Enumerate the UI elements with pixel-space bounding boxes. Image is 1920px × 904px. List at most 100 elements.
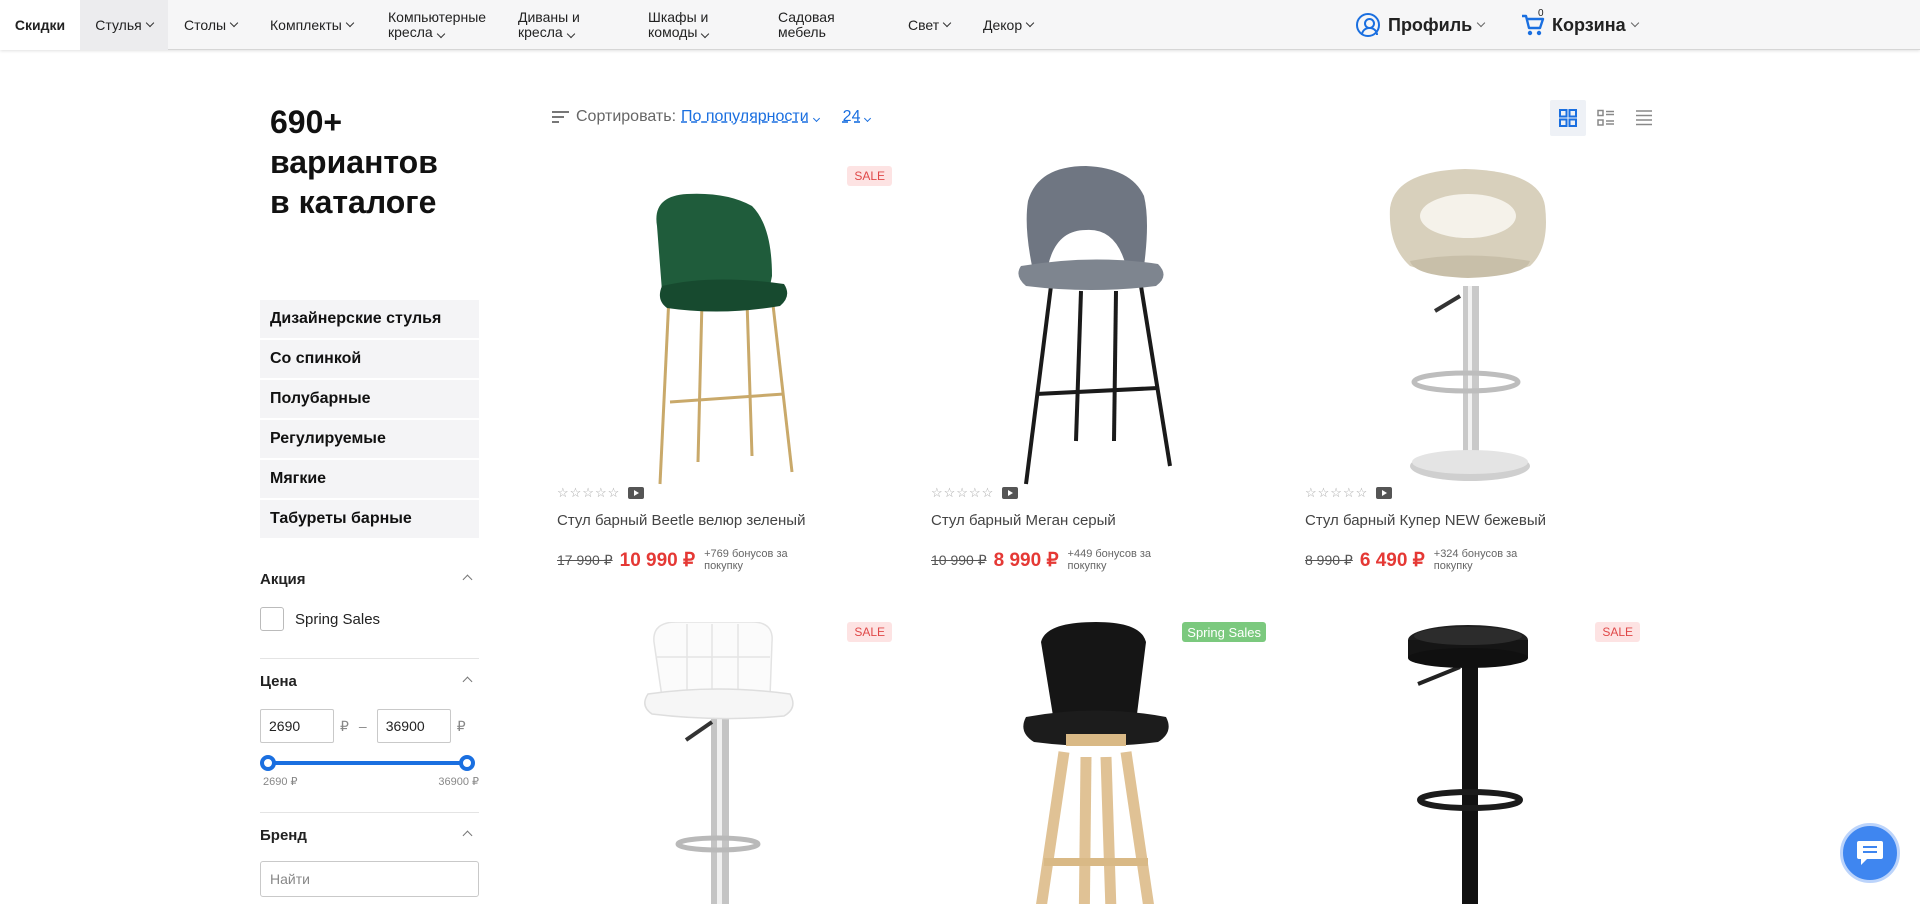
user-icon: [1356, 13, 1380, 37]
chevron-down-icon: [436, 29, 445, 39]
sort-value: По популярности: [681, 108, 809, 125]
product-image[interactable]: [1300, 166, 1640, 486]
product-card[interactable]: SALE: [1300, 622, 1640, 904]
slider-thumb-max[interactable]: [459, 755, 475, 771]
chevron-down-icon: [1630, 18, 1639, 28]
product-image[interactable]: SALE: [552, 166, 892, 486]
cart-icon: 0: [1520, 8, 1546, 38]
checkbox[interactable]: [260, 607, 284, 631]
current-price: 10 990 ₽: [619, 549, 696, 571]
top-navigation: Скидки Стулья Столы Комплекты Компьютерн…: [0, 0, 1920, 50]
list-grid-view-icon: [1597, 109, 1614, 126]
nav-item-lighting[interactable]: Свет: [908, 0, 952, 50]
price-max-input[interactable]: [376, 709, 451, 743]
video-icon[interactable]: [1002, 487, 1019, 499]
brand-filter: Бренд: [260, 827, 479, 897]
price-min-label: 2690 ₽: [263, 776, 298, 788]
nav-item-sofas[interactable]: Диваны и кресла: [518, 0, 598, 50]
bar-chair-green-image: [656, 193, 794, 485]
price-line: 10 990 ₽ 8 990 ₽ +449 бонусов за покупку: [931, 548, 1266, 572]
product-name[interactable]: Стул барный Купер NEW бежевый: [1305, 512, 1640, 529]
currency-label: ₽: [456, 717, 466, 734]
video-icon[interactable]: [1376, 487, 1393, 499]
profile-button[interactable]: Профиль: [1356, 0, 1486, 50]
nav-item-chairs[interactable]: Стулья: [80, 0, 168, 50]
price-range-slider[interactable]: [260, 753, 479, 773]
video-icon[interactable]: [628, 487, 645, 499]
product-image[interactable]: SALE: [1300, 622, 1640, 904]
product-image[interactable]: [926, 166, 1266, 486]
product-image[interactable]: SALE: [552, 621, 892, 904]
category-item[interactable]: Дизайнерские стулья: [260, 300, 479, 338]
category-item[interactable]: Со спинкой: [260, 340, 479, 378]
category-list: Дизайнерские стулья Со спинкой Полубарны…: [260, 300, 479, 540]
price-range-labels: 2690 ₽ 36900 ₽: [260, 775, 479, 788]
divider: [260, 658, 479, 659]
chat-button[interactable]: [1840, 823, 1900, 883]
divider: [260, 812, 479, 813]
cart-button[interactable]: 0 Корзина: [1520, 0, 1639, 50]
nav-item-tables[interactable]: Столы: [184, 0, 239, 50]
bonus-text: +769 бонусов за покупку: [704, 548, 788, 572]
category-item[interactable]: Полубарные: [260, 380, 479, 418]
chevron-up-icon: [462, 574, 473, 585]
nav-item-sets[interactable]: Комплекты: [270, 0, 355, 50]
nav-item-decor[interactable]: Декор: [983, 0, 1035, 50]
price-min-input[interactable]: [260, 709, 334, 743]
nav-item-computer-chairs[interactable]: Компьютерные кресла: [388, 0, 498, 50]
chevron-down-icon: [1477, 18, 1486, 28]
sort-select[interactable]: По популярности: [681, 108, 820, 126]
brand-search-input[interactable]: [260, 861, 479, 897]
bar-chair-black-wood-image: [1023, 622, 1169, 904]
catalog-count-number: 690+: [270, 104, 343, 140]
category-item[interactable]: Мягкие: [260, 460, 479, 498]
sort-icon: [552, 111, 569, 123]
sale-badge: SALE: [847, 622, 892, 642]
price-line: 8 990 ₽ 6 490 ₽ +324 бонусов за покупку: [1305, 548, 1640, 572]
sort-label: Сортировать:: [576, 108, 677, 125]
per-page-value: 24: [842, 108, 861, 125]
product-card[interactable]: ☆☆☆☆☆ Стул барный Купер NEW бежевый 8 99…: [1300, 166, 1640, 572]
product-name[interactable]: Стул барный Меган серый: [931, 512, 1266, 529]
category-item[interactable]: Табуреты барные: [260, 500, 479, 538]
price-filter: Цена ₽ – ₽ 2690 ₽ 36900 ₽: [260, 673, 479, 788]
product-image[interactable]: Spring Sales: [926, 622, 1266, 904]
catalog-count-title: 690+ вариантов в каталоге: [270, 102, 438, 222]
nav-item-discounts[interactable]: Скидки: [0, 0, 80, 50]
price-filter-header[interactable]: Цена: [260, 673, 479, 693]
product-card[interactable]: ☆☆☆☆☆ Стул барный Меган серый 10 990 ₽ 8…: [926, 166, 1266, 572]
spring-sales-badge: Spring Sales: [1182, 622, 1266, 642]
bonus-text: +324 бонусов за покупку: [1433, 548, 1518, 572]
product-name[interactable]: Стул барный Beetle велюр зеленый: [557, 512, 892, 529]
nav-item-label: Декор: [983, 17, 1023, 33]
slider-thumb-min[interactable]: [260, 755, 276, 771]
promo-filter-header[interactable]: Акция: [260, 571, 479, 591]
catalog-count-line: в каталоге: [270, 184, 437, 220]
promo-option-spring-sales[interactable]: Spring Sales: [260, 607, 479, 631]
brand-filter-title: Бренд: [260, 827, 307, 844]
rating-row: ☆☆☆☆☆: [1305, 485, 1640, 500]
promo-option-label: Spring Sales: [295, 610, 381, 628]
rating-row: ☆☆☆☆☆: [931, 485, 1266, 500]
brand-filter-header[interactable]: Бренд: [260, 827, 479, 847]
per-page-select[interactable]: 24: [842, 108, 872, 126]
slider-track: [270, 761, 465, 765]
price-max-label: 36900 ₽: [438, 776, 479, 788]
chevron-up-icon: [462, 676, 473, 687]
profile-label: Профиль: [1388, 14, 1473, 35]
nav-item-garden-furniture[interactable]: Садовая мебель: [778, 0, 848, 50]
category-item[interactable]: Регулируемые: [260, 420, 479, 458]
tile-list-view-button[interactable]: [1588, 100, 1624, 136]
product-card[interactable]: SALE: [552, 621, 892, 904]
sale-badge: SALE: [847, 166, 892, 186]
list-view-button[interactable]: [1626, 100, 1662, 136]
chevron-down-icon: [145, 18, 154, 28]
grid-view-button[interactable]: [1550, 100, 1586, 136]
chevron-down-icon: [701, 29, 710, 39]
product-card[interactable]: Spring Sales: [926, 622, 1266, 904]
chat-icon: [1857, 841, 1883, 865]
price-filter-title: Цена: [260, 673, 297, 690]
product-card[interactable]: SALE ☆☆☆☆☆ Стул барный Beetle велюр зеле…: [552, 166, 892, 572]
nav-item-label: Шкафы и комоды: [648, 9, 709, 40]
nav-item-wardrobes[interactable]: Шкафы и комоды: [648, 0, 728, 50]
